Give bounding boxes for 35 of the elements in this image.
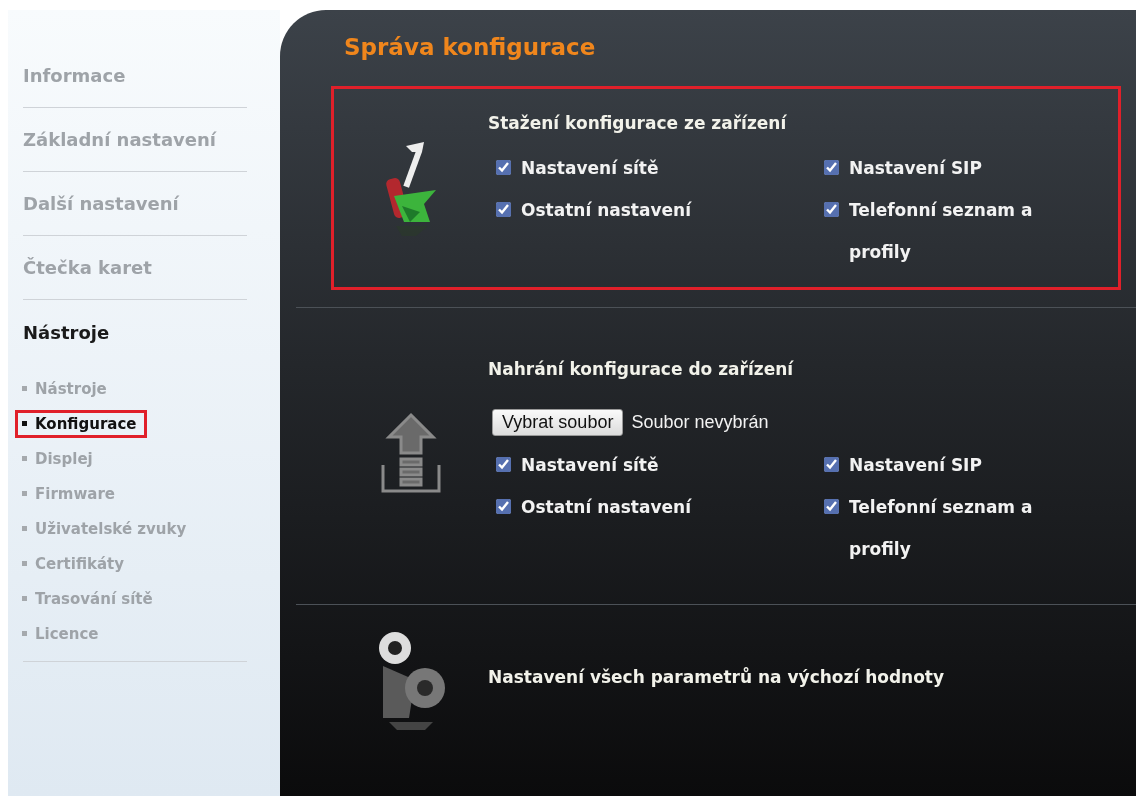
- option-label: Nastavení SIP: [849, 454, 982, 477]
- checkbox[interactable]: [824, 457, 839, 472]
- section-title: Stažení konfigurace ze zařízení: [488, 113, 787, 133]
- sidebar-item[interactable]: Informace: [23, 44, 247, 108]
- section-title: Nahrání konfigurace do zařízení: [488, 359, 794, 379]
- choose-file-button[interactable]: Vybrat soubor: [492, 409, 624, 436]
- checkbox[interactable]: [496, 499, 511, 514]
- option-label: Nastavení SIP: [849, 157, 982, 180]
- sidebar-subitem[interactable]: Certifikáty: [15, 549, 136, 578]
- option-label: Ostatní nastavení: [521, 496, 691, 519]
- checkbox[interactable]: [496, 202, 511, 217]
- option-label: Telefonní seznam a profily: [849, 199, 1034, 264]
- option-label: Ostatní nastavení: [521, 199, 691, 222]
- checkbox[interactable]: [824, 160, 839, 175]
- checkbox[interactable]: [496, 457, 511, 472]
- section-title: Nastavení všech parametrů na výchozí hodnoty: [488, 667, 945, 687]
- sidebar-item[interactable]: Další nastavení: [23, 172, 247, 236]
- sidebar-subitem[interactable]: Firmware: [15, 479, 126, 508]
- sidebar-subitem[interactable]: Konfigurace: [15, 409, 148, 438]
- option-label: Nastavení sítě: [521, 157, 659, 180]
- option-label: Telefonní seznam a profily: [849, 496, 1034, 561]
- checkbox[interactable]: [824, 202, 839, 217]
- file-status: Soubor nevybrán: [631, 412, 769, 433]
- page-title: Správa konfigurace: [343, 33, 597, 62]
- checkbox[interactable]: [824, 499, 839, 514]
- sidebar-subitem[interactable]: Nástroje: [15, 374, 118, 403]
- sidebar-item[interactable]: Čtečka karet: [23, 236, 247, 300]
- sidebar-subitem[interactable]: Trasování sítě: [15, 584, 164, 613]
- sidebar-subitem[interactable]: Licence: [15, 619, 110, 648]
- section-heading: Nástroje: [23, 322, 111, 343]
- option-label: Nastavení sítě: [521, 454, 659, 477]
- checkbox[interactable]: [496, 160, 511, 175]
- sidebar-subitem[interactable]: Uživatelské zvuky: [15, 514, 198, 543]
- sidebar-item[interactable]: Základní nastavení: [23, 108, 247, 172]
- sidebar-subitem[interactable]: Displej: [15, 444, 104, 473]
